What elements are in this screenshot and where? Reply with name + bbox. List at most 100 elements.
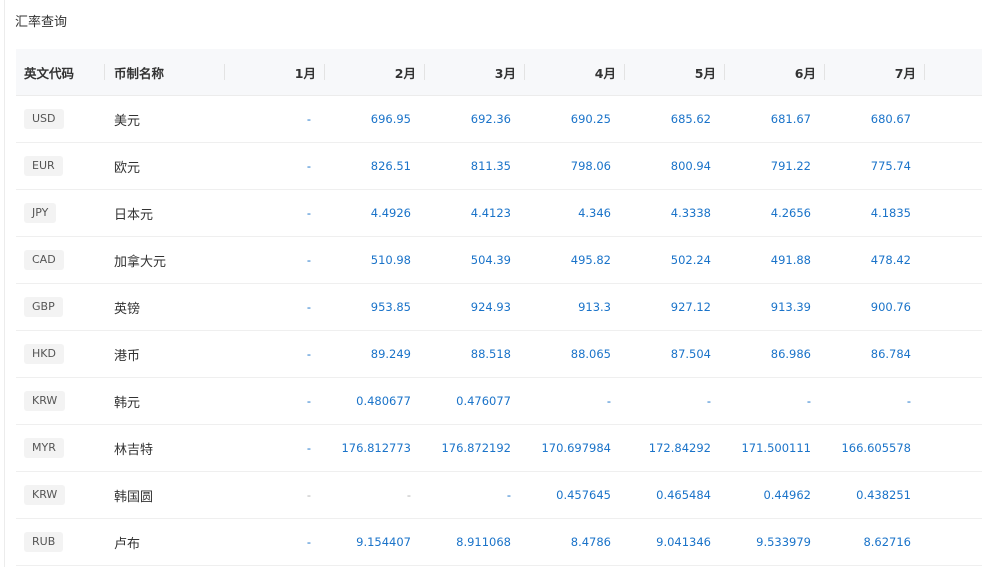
rate-cell-month-3: - — [425, 472, 525, 518]
page-title: 汇率查询 — [15, 15, 68, 30]
currency-name-cell: 欧元 — [105, 143, 225, 189]
header-month-5: 5月 — [625, 49, 725, 95]
currency-code-badge: HKD — [24, 344, 64, 364]
rate-cell-month-6: 171.500111 — [725, 425, 825, 471]
currency-code-cell: USD — [16, 96, 105, 142]
rate-value: 495.82 — [570, 253, 611, 267]
rate-cell-month-1: - — [225, 378, 325, 424]
rate-value: 4.2656 — [770, 206, 811, 220]
rate-value: 826.51 — [370, 159, 411, 173]
rate-cell-month-6: 9.533979 — [725, 519, 825, 565]
currency-code-cell: MYR — [16, 425, 105, 471]
table-header: 英文代码 币制名称 1月 2月 3月 4月 5月 6月 7月 — [16, 49, 982, 96]
rate-cell-month-5: - — [625, 378, 725, 424]
rate-cell-month-2: 176.812773 — [325, 425, 425, 471]
rate-cell-month-7: - — [825, 378, 925, 424]
rate-cell-month-4: 170.697984 — [525, 425, 625, 471]
rate-cell-month-5: 502.24 — [625, 237, 725, 283]
rate-cell-month-1: - — [225, 237, 325, 283]
rate-cell-month-5: 9.041346 — [625, 519, 725, 565]
header-month-6: 6月 — [725, 49, 825, 95]
rate-cell-month-5: 927.12 — [625, 284, 725, 330]
rate-value: 680.67 — [870, 112, 911, 126]
header-month-4: 4月 — [525, 49, 625, 95]
rate-cell-month-7: 0.438251 — [825, 472, 925, 518]
rate-cell-month-3: 4.4123 — [425, 190, 525, 236]
rate-cell-month-3: 692.36 — [425, 96, 525, 142]
rate-cell-month-2: 510.98 — [325, 237, 425, 283]
rate-cell-month-7: 166.605578 — [825, 425, 925, 471]
table-body: USD 美元 - 696.95 692.36 690.25 685.62 681.67 680.… — [16, 96, 982, 566]
rate-cell-month-3: 0.476077 — [425, 378, 525, 424]
rate-cell-month-2: 9.154407 — [325, 519, 425, 565]
rate-value: 924.93 — [470, 300, 511, 314]
rate-cell-month-5: 4.3338 — [625, 190, 725, 236]
currency-name: 加拿大元 — [114, 254, 167, 270]
rate-value: 775.74 — [870, 159, 911, 173]
rate-cell-month-1: - — [225, 519, 325, 565]
rate-cell-month-3: 8.911068 — [425, 519, 525, 565]
rate-cell-month-7: 86.784 — [825, 331, 925, 377]
currency-name-cell: 韩元 — [105, 378, 225, 424]
currency-code-badge: EUR — [24, 156, 63, 176]
rate-cell-month-1: - — [225, 331, 325, 377]
currency-code-badge: USD — [24, 109, 64, 129]
currency-name-cell: 英镑 — [105, 284, 225, 330]
currency-code-badge: KRW — [24, 485, 66, 505]
rate-cell-month-4: 495.82 — [525, 237, 625, 283]
rate-value: - — [406, 488, 411, 502]
currency-name: 欧元 — [114, 160, 141, 176]
rate-cell-month-7: 900.76 — [825, 284, 925, 330]
header-month-7: 7月 — [825, 49, 925, 95]
rate-value: 791.22 — [770, 159, 811, 173]
rate-value: 9.041346 — [656, 535, 711, 549]
header-month-3: 3月 — [425, 49, 525, 95]
table-row: RUB 卢布 - 9.154407 8.911068 8.4786 9.041346 9.53… — [16, 519, 982, 566]
table-row: GBP 英镑 - 953.85 924.93 913.3 927.12 913.39 900.7… — [16, 284, 982, 331]
rate-value: 0.465484 — [656, 488, 711, 502]
rate-cell-month-5: 800.94 — [625, 143, 725, 189]
currency-code-cell: JPY — [16, 190, 105, 236]
rate-value: - — [506, 488, 511, 502]
rate-value: - — [606, 394, 611, 408]
rate-value: 927.12 — [670, 300, 711, 314]
currency-name: 英镑 — [114, 301, 141, 317]
rate-cell-month-1: - — [225, 190, 325, 236]
rate-value: 692.36 — [470, 112, 511, 126]
rate-value: 86.986 — [770, 347, 811, 361]
currency-name: 韩国圆 — [114, 489, 154, 505]
rate-cell-month-6: 4.2656 — [725, 190, 825, 236]
rate-value: - — [306, 488, 311, 502]
rate-value: 900.76 — [870, 300, 911, 314]
rate-cell-month-5: 685.62 — [625, 96, 725, 142]
currency-code-badge: JPY — [24, 203, 57, 223]
rate-cell-month-6: - — [725, 378, 825, 424]
rate-cell-month-4: - — [525, 378, 625, 424]
rate-cell-month-4: 8.4786 — [525, 519, 625, 565]
rate-value: 913.3 — [578, 300, 611, 314]
rate-value: 171.500111 — [741, 441, 811, 455]
rate-value: 176.812773 — [341, 441, 411, 455]
rate-value: - — [706, 394, 711, 408]
rate-value: 86.784 — [870, 347, 911, 361]
left-divider — [4, 0, 5, 567]
rate-value: - — [306, 441, 311, 455]
rate-value: 8.62716 — [863, 535, 911, 549]
rate-cell-month-6: 791.22 — [725, 143, 825, 189]
table-row: KRW 韩国圆 - - - 0.457645 0.465484 0.44962 0.438251 — [16, 472, 982, 519]
rate-cell-month-2: 0.480677 — [325, 378, 425, 424]
rate-value: 681.67 — [770, 112, 811, 126]
currency-name-cell: 卢布 — [105, 519, 225, 565]
currency-code-cell: EUR — [16, 143, 105, 189]
rate-value: 4.346 — [578, 206, 611, 220]
table-row: USD 美元 - 696.95 692.36 690.25 685.62 681.67 680.… — [16, 96, 982, 143]
rate-value: - — [906, 394, 911, 408]
currency-code-cell: GBP — [16, 284, 105, 330]
header-code: 英文代码 — [16, 49, 105, 95]
rate-cell-month-1: - — [225, 425, 325, 471]
rate-cell-month-1: - — [225, 143, 325, 189]
rate-cell-month-4: 4.346 — [525, 190, 625, 236]
currency-name-cell: 日本元 — [105, 190, 225, 236]
rate-cell-month-6: 913.39 — [725, 284, 825, 330]
rate-cell-month-6: 0.44962 — [725, 472, 825, 518]
